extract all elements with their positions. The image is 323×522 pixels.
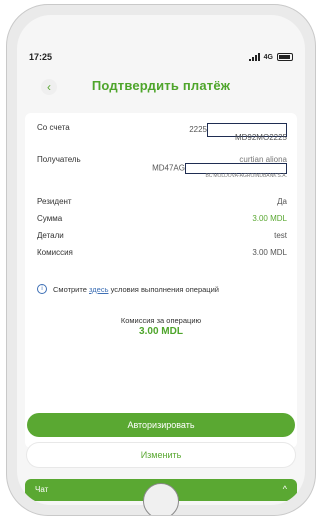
info-text: Смотрите здесь условия выполнения операц…: [53, 285, 219, 294]
info-suffix: условия выполнения операций: [110, 284, 219, 294]
row-amount: Сумма 3.00 MDL: [37, 214, 287, 226]
from-account-line2: MD92MO2225: [234, 133, 287, 142]
recipient-label: Получатель: [37, 155, 81, 164]
from-account-line1: 2225: [189, 125, 207, 135]
row-details: Детали test: [37, 231, 287, 243]
row-commission: Комиссия 3.00 MDL: [37, 248, 287, 260]
recipient-account: MD47AG: [152, 163, 185, 173]
page-title: Подтвердить платёж: [91, 78, 231, 93]
recipient-bank: BC'MOLDOVA-AGROINDBANK'S.A.: [205, 173, 287, 179]
amount-value: 3.00 MDL: [252, 214, 287, 223]
info-prefix: Смотрите: [53, 284, 87, 294]
change-button[interactable]: Изменить: [27, 443, 295, 467]
phone-frame: 17:25 4G ‹ Подтвердить платёж Со счета 2…: [6, 4, 316, 516]
amount-label: Сумма: [37, 214, 63, 223]
screen: 17:25 4G ‹ Подтвердить платёж Со счета 2…: [17, 15, 305, 505]
nav-bar: ‹ Подтвердить платёж: [17, 73, 305, 103]
info-line: i Смотрите здесь условия выполнения опер…: [37, 284, 289, 294]
status-indicators: 4G: [248, 53, 293, 61]
fee-label: Комиссия за операцию: [120, 316, 202, 325]
from-label: Со счета: [37, 123, 70, 132]
status-time: 17:25: [29, 52, 53, 62]
status-bar: 17:25 4G: [29, 49, 293, 65]
chevron-up-icon[interactable]: ^: [283, 484, 287, 494]
signal-icon: [248, 53, 260, 61]
details-value: test: [274, 231, 287, 240]
battery-icon: [277, 53, 293, 61]
payment-details-card: Со счета 2225 MD92MO2225 Получатель curt…: [25, 113, 297, 448]
resident-value: Да: [277, 197, 287, 206]
resident-label: Резидент: [37, 197, 72, 206]
fee-value: 3.00 MDL: [139, 326, 183, 337]
commission-value: 3.00 MDL: [252, 248, 287, 257]
network-label: 4G: [263, 53, 273, 61]
conditions-link[interactable]: здесь: [89, 285, 108, 294]
row-from-account: Со счета 2225 MD92MO2225: [37, 123, 287, 147]
info-icon: i: [37, 284, 47, 294]
row-recipient: Получатель curtian aliona MD47AG BC'MOLD…: [37, 155, 287, 183]
row-resident: Резидент Да: [37, 197, 287, 209]
authorize-button[interactable]: Авторизировать: [27, 413, 295, 437]
details-label: Детали: [37, 231, 64, 240]
chat-label: Чат: [35, 485, 49, 494]
home-button[interactable]: [143, 483, 179, 515]
commission-label: Комиссия: [37, 248, 73, 257]
